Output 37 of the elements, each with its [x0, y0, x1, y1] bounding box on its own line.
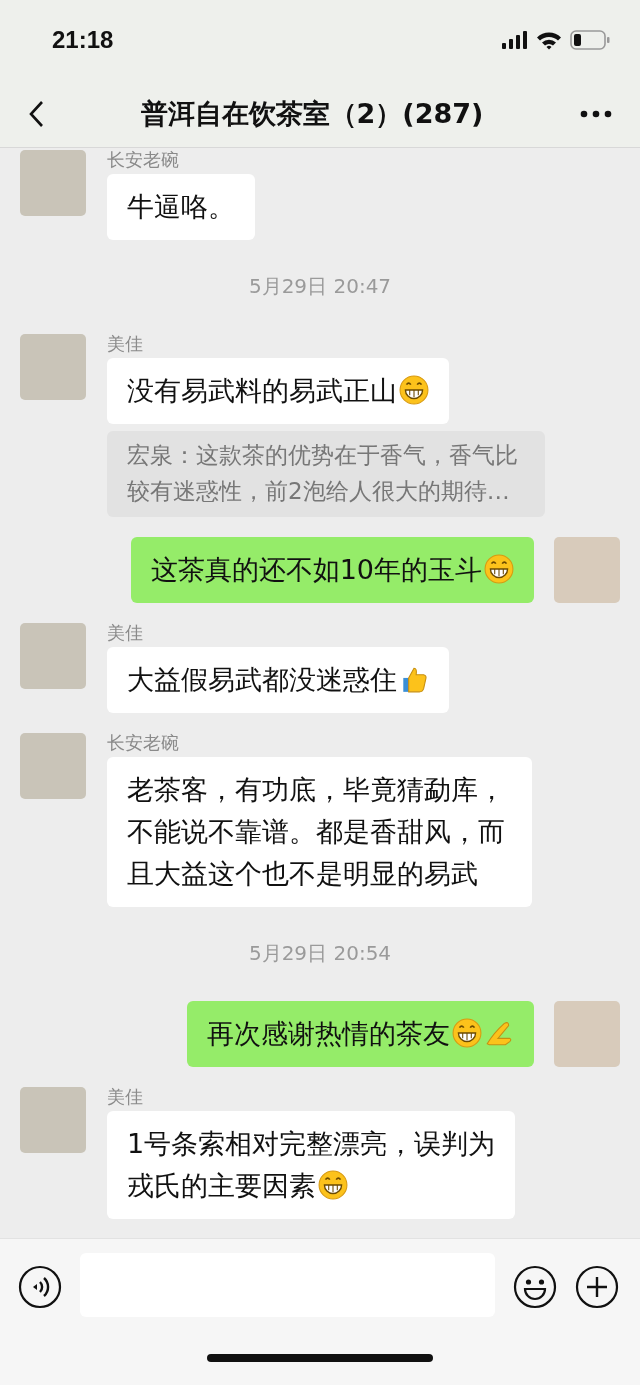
battery-icon — [570, 30, 610, 50]
voice-icon[interactable] — [18, 1265, 62, 1309]
avatar-photo-placeholder — [20, 733, 86, 799]
grin-emoji-icon — [484, 554, 514, 584]
signal-icon — [502, 31, 528, 49]
message-text: 大益假易武都没迷惑住 — [127, 664, 397, 695]
message-text: 再次感谢热情的茶友 — [207, 1018, 450, 1049]
message-text: 1号条索相对完整漂亮，误判为 — [127, 1127, 496, 1161]
grin-emoji-icon — [399, 375, 429, 405]
quoted-message: 宏泉：这款茶的优势在于香气，香气比较有迷惑性，前2泡给人很大的期待… — [107, 431, 545, 517]
avatar-photo-placeholder — [20, 334, 86, 400]
status-time: 21:18 — [52, 26, 114, 54]
timestamp: 5月29日 20:47 — [248, 274, 392, 298]
grin-emoji-icon — [452, 1018, 482, 1048]
sender-name: 美佳 — [107, 623, 143, 643]
sender-name: 长安老碗 — [107, 733, 179, 753]
chat-title: 普洱自在饮茶室（2）(287) — [140, 96, 484, 131]
avatar-photo-placeholder — [20, 1087, 86, 1153]
sender-name: 美佳 — [107, 1087, 143, 1107]
avatar-photo-placeholder — [20, 150, 86, 216]
message-text: 没有易武料的易武正山 — [127, 375, 397, 406]
emoji-icon[interactable] — [513, 1265, 557, 1309]
timestamp: 5月29日 20:54 — [248, 941, 392, 965]
sender-name: 美佳 — [107, 334, 143, 354]
message-text: 戎氏的主要因素 — [127, 1170, 316, 1201]
plus-icon[interactable] — [575, 1265, 619, 1309]
avatar-photo-placeholder — [554, 537, 620, 603]
avatar-photo-placeholder — [554, 1001, 620, 1067]
grin-emoji-icon — [318, 1170, 348, 1200]
back-icon[interactable] — [28, 99, 44, 128]
wifi-icon — [536, 30, 562, 50]
sender-name: 长安老碗 — [107, 150, 179, 170]
more-icon[interactable] — [580, 109, 612, 118]
avatar-photo-placeholder — [20, 623, 86, 689]
message-text: 这茶真的还不如10年的玉斗 — [150, 554, 482, 585]
message-text: 牛逼咯。 — [127, 191, 235, 222]
message-text: 老茶客，有功底，毕竟猜勐库，不能说不靠谱。都是香甜风，而且大益这个也不是明显的易武 — [127, 774, 505, 889]
